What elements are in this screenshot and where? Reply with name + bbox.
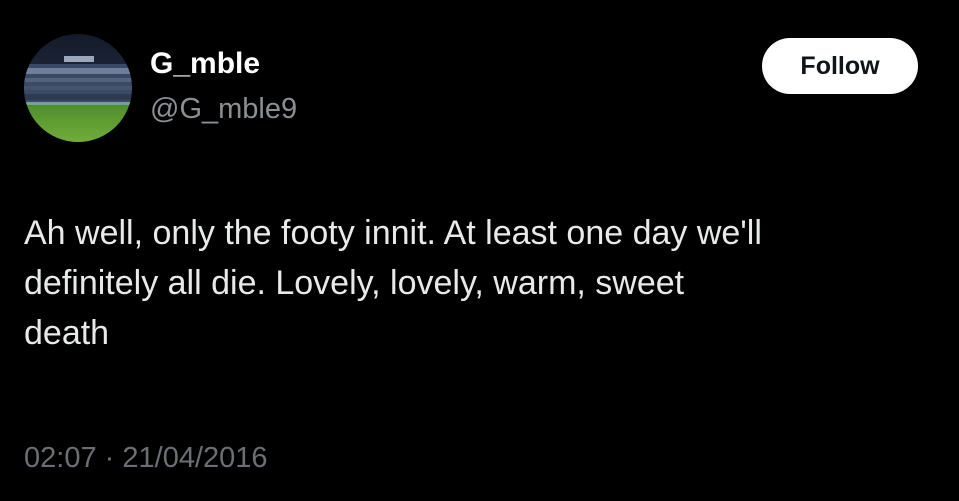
tweet-card: G_mble @G_mble9 Follow Ah well, only the… — [0, 0, 959, 501]
tweet-time[interactable]: 02:07 — [24, 442, 97, 474]
user-handle[interactable]: @G_mble9 — [150, 92, 297, 126]
tweet-timestamp: 02:07 · 21/04/2016 — [24, 440, 268, 476]
follow-button[interactable]: Follow — [762, 38, 918, 94]
meta-separator: · — [104, 442, 115, 474]
tweet-text: Ah well, only the footy innit. At least … — [24, 214, 762, 352]
football-stadium-avatar-icon — [24, 34, 132, 142]
display-name[interactable]: G_mble — [150, 46, 260, 82]
tweet-date[interactable]: 21/04/2016 — [122, 442, 267, 474]
user-avatar[interactable] — [24, 34, 132, 142]
